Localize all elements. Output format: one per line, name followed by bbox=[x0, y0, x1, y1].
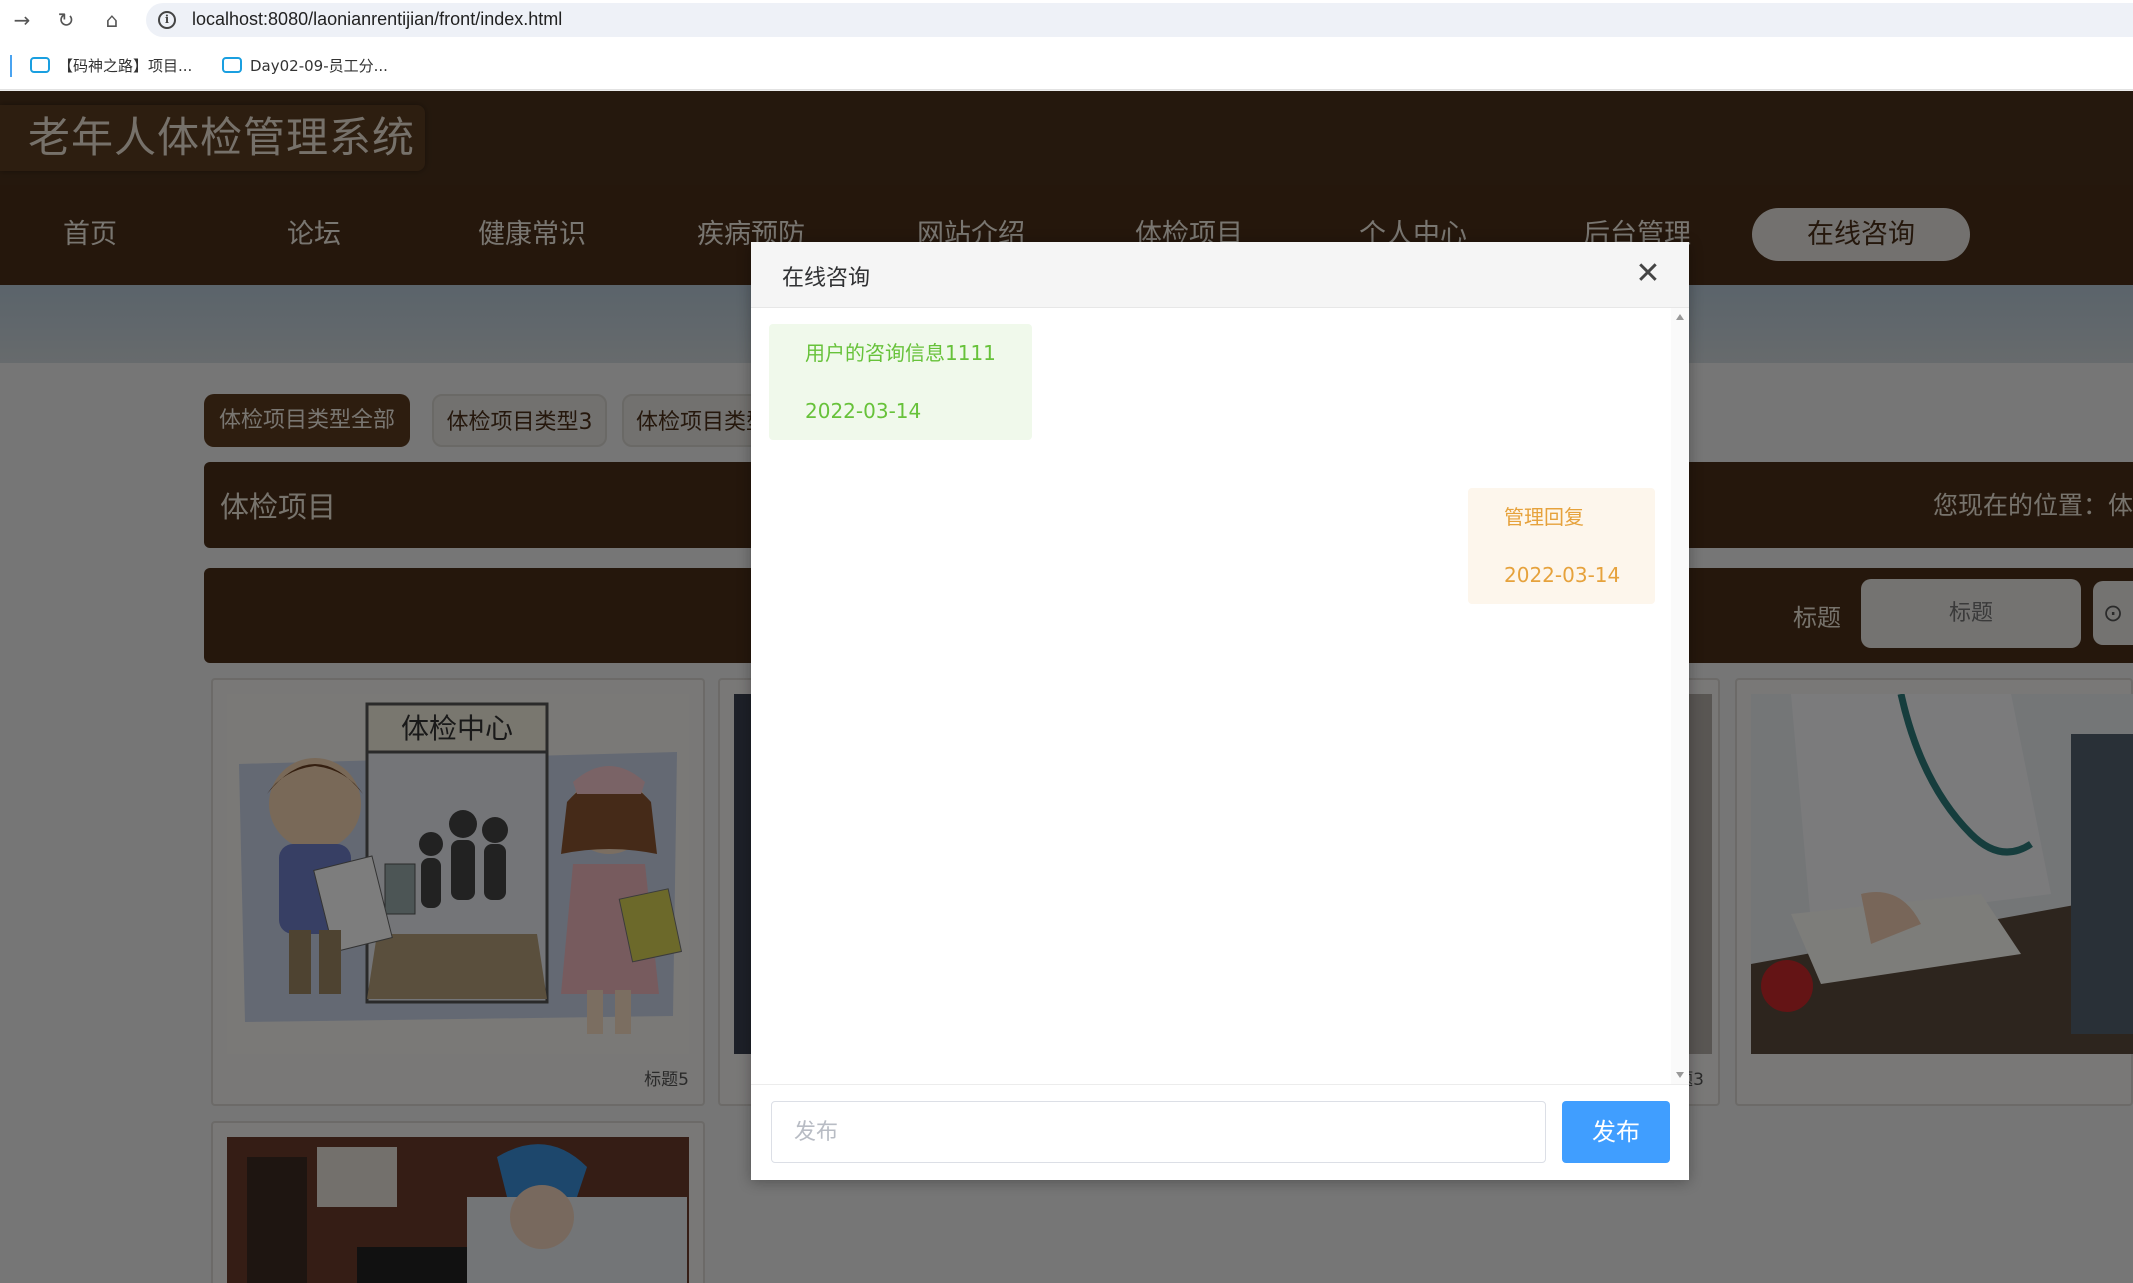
scroll-up-icon[interactable] bbox=[1676, 314, 1684, 320]
bilibili-icon bbox=[30, 56, 50, 73]
dialog-header: 在线咨询 ✕ bbox=[751, 242, 1689, 308]
browser-address-bar: → ↻ ⌂ i localhost:8080/laonianrentijian/… bbox=[0, 0, 2133, 40]
message-text: 用户的咨询信息1111 bbox=[805, 341, 996, 365]
scroll-down-icon[interactable] bbox=[1676, 1072, 1684, 1078]
bookmarks-bar: 【码神之路】项目... Day02-09-员工分... bbox=[0, 40, 2133, 90]
bookmark-item[interactable]: Day02-09-员工分... bbox=[222, 54, 388, 78]
bilibili-icon bbox=[222, 56, 242, 73]
message-admin: 管理回复 2022-03-14 bbox=[1468, 488, 1655, 604]
reload-icon[interactable]: ↻ bbox=[50, 6, 82, 34]
send-button[interactable]: 发布 bbox=[1562, 1101, 1670, 1163]
message-text: 管理回复 bbox=[1504, 505, 1584, 529]
url-field[interactable]: i localhost:8080/laonianrentijian/front/… bbox=[146, 3, 2133, 37]
home-icon[interactable]: ⌂ bbox=[96, 6, 128, 34]
url-text: localhost:8080/laonianrentijian/front/in… bbox=[192, 9, 563, 29]
bookmark-item[interactable]: 【码神之路】项目... bbox=[30, 54, 192, 78]
scrollbar[interactable] bbox=[1671, 308, 1689, 1084]
consult-dialog: 在线咨询 ✕ 用户的咨询信息1111 2022-03-14 管理回复 2022-… bbox=[751, 242, 1689, 1180]
site-info-icon[interactable]: i bbox=[158, 11, 176, 29]
dialog-footer: 发布 bbox=[751, 1084, 1689, 1180]
message-user: 用户的咨询信息1111 2022-03-14 bbox=[769, 324, 1032, 440]
message-date: 2022-03-14 bbox=[1504, 563, 1621, 587]
message-list[interactable]: 用户的咨询信息1111 2022-03-14 管理回复 2022-03-14 bbox=[751, 308, 1671, 1084]
dialog-title: 在线咨询 bbox=[782, 266, 871, 291]
forward-icon[interactable]: → bbox=[6, 6, 38, 34]
close-icon[interactable]: ✕ bbox=[1633, 259, 1663, 290]
message-input[interactable] bbox=[771, 1101, 1546, 1163]
bookmarks-divider bbox=[10, 55, 12, 77]
message-date: 2022-03-14 bbox=[805, 399, 922, 423]
